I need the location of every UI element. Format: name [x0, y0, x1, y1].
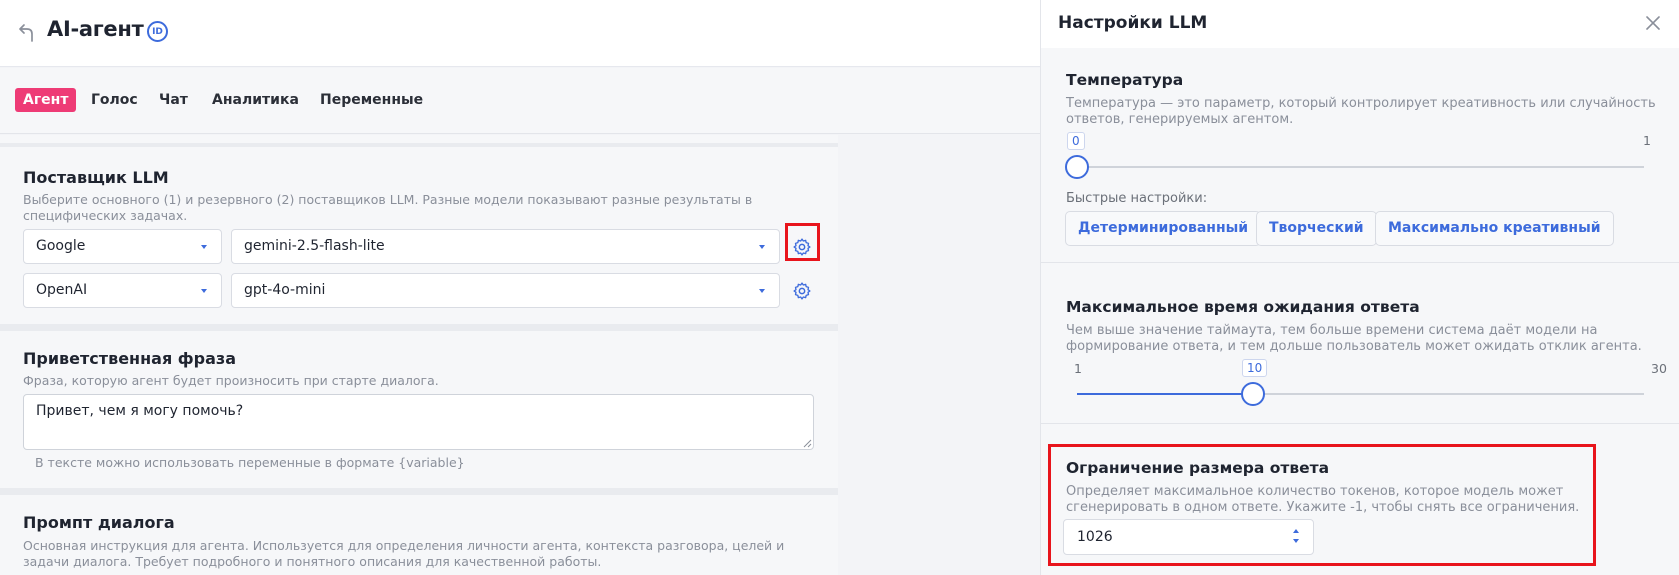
tab-bar: Агент Голос Чат Аналитика Переменные: [0, 68, 1040, 134]
tab-voice[interactable]: Голос: [83, 88, 146, 112]
dialog-prompt-title: Промпт диалога: [23, 513, 175, 532]
timeout-description: Чем выше значение таймаута, тем больше в…: [1066, 323, 1642, 354]
primary-provider-value: Google: [36, 238, 86, 254]
temperature-description: Температура — это параметр, который конт…: [1066, 96, 1656, 127]
resize-grip-icon[interactable]: [802, 438, 812, 448]
temperature-title: Температура: [1066, 71, 1184, 89]
preset-creative-button[interactable]: Творческий: [1256, 211, 1377, 246]
fallback-model-value: gpt-4o-mini: [244, 282, 326, 298]
section-spacer: [0, 135, 838, 143]
tab-variables[interactable]: Переменные: [312, 88, 431, 112]
chevron-down-icon: [201, 245, 207, 249]
greeting-title: Приветственная фраза: [23, 349, 237, 368]
id-badge-icon[interactable]: ID: [147, 21, 168, 42]
temperature-value: 0: [1067, 132, 1085, 150]
primary-model-select[interactable]: gemini-2.5-flash-lite: [231, 229, 780, 264]
llm-provider-title: Поставщик LLM: [23, 168, 169, 187]
dialog-prompt-section: Промпт диалога Основная инструкция для а…: [0, 495, 838, 575]
gear-icon[interactable]: [792, 281, 812, 301]
tab-chat[interactable]: Чат: [151, 88, 196, 112]
highlight-box-gear: [785, 223, 820, 261]
tab-analytics[interactable]: Аналитика: [204, 88, 307, 112]
greeting-textarea[interactable]: [23, 394, 814, 450]
chevron-down-icon: [759, 245, 765, 249]
timeout-value: 10: [1241, 359, 1268, 377]
primary-model-value: gemini-2.5-flash-lite: [244, 238, 385, 254]
drawer-header: Настройки LLM: [1041, 0, 1679, 48]
close-icon[interactable]: [1645, 15, 1661, 31]
dialog-prompt-description: Основная инструкция для агента. Использу…: [23, 538, 785, 569]
preset-max-creative-button[interactable]: Максимально креативный: [1375, 211, 1614, 246]
back-arrow-icon[interactable]: [16, 21, 38, 43]
tab-agent[interactable]: Агент: [15, 88, 77, 112]
temperature-max-label: 1: [1643, 133, 1651, 148]
timeout-max-label: 30: [1651, 361, 1667, 376]
quick-settings-label: Быстрые настройки:: [1066, 191, 1208, 206]
temperature-slider-thumb[interactable]: [1065, 155, 1089, 179]
fallback-model-select[interactable]: gpt-4o-mini: [231, 273, 780, 308]
top-bar: AI-агент ID: [0, 0, 1040, 67]
greeting-description: Фраза, которую агент будет произносить п…: [23, 373, 439, 388]
timeout-min-label: 1: [1074, 361, 1082, 376]
primary-provider-select[interactable]: Google: [23, 229, 222, 264]
drawer-title: Настройки LLM: [1058, 13, 1208, 33]
chevron-down-icon: [759, 289, 765, 293]
preset-deterministic-button[interactable]: Детерминированный: [1065, 211, 1262, 246]
greeting-hint: В тексте можно использовать переменные в…: [35, 455, 465, 470]
timeout-section: Максимальное время ожидания ответа Чем в…: [1041, 264, 1679, 424]
timeout-slider-fill: [1077, 393, 1253, 395]
page-title: AI-агент: [47, 17, 144, 41]
fallback-provider-select[interactable]: OpenAI: [23, 273, 222, 308]
highlight-box-response-limit: [1048, 444, 1596, 566]
timeout-title: Максимальное время ожидания ответа: [1066, 298, 1420, 316]
timeout-slider-thumb[interactable]: [1240, 382, 1265, 406]
llm-provider-description: Выберите основного (1) и резервного (2) …: [23, 192, 753, 223]
fallback-provider-value: OpenAI: [36, 282, 88, 298]
chevron-down-icon: [201, 289, 207, 293]
temperature-slider-track[interactable]: [1077, 166, 1644, 168]
temperature-section: Температура Температура — это параметр, …: [1041, 48, 1679, 263]
